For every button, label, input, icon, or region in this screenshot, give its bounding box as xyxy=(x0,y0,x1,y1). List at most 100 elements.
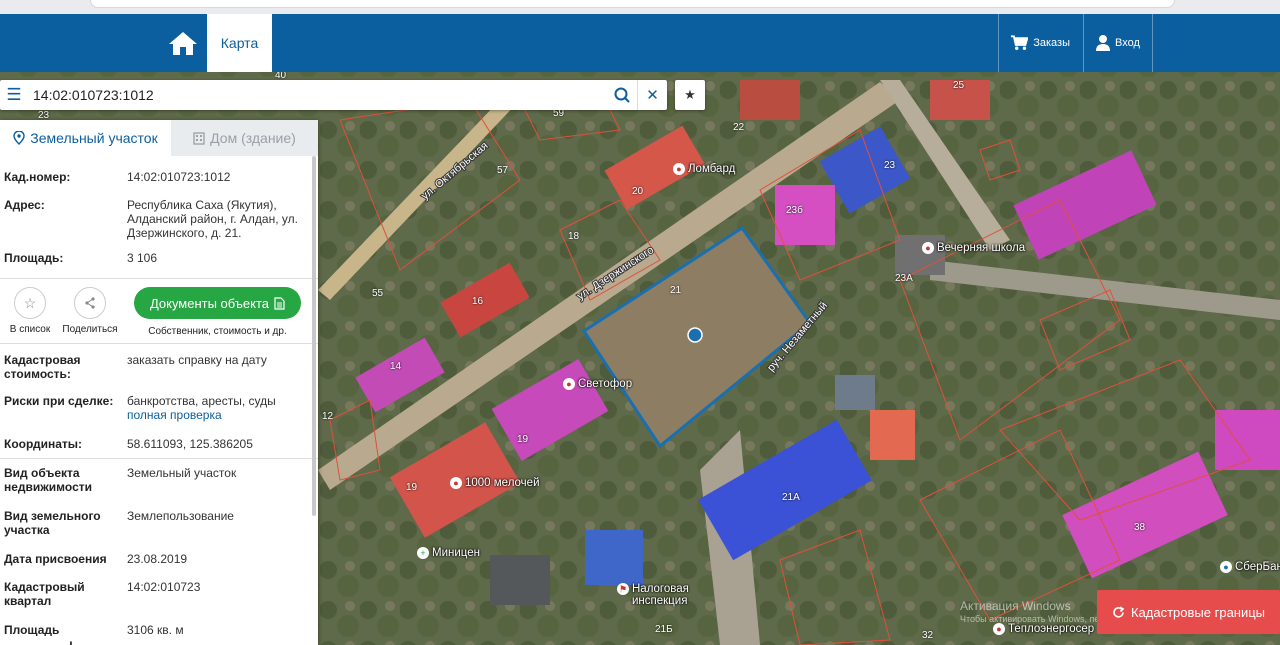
poi-minicen[interactable]: + Миницен xyxy=(417,547,480,559)
document-icon xyxy=(274,296,285,310)
tab-land-plot[interactable]: Земельный участок xyxy=(0,120,171,156)
search-button[interactable] xyxy=(607,80,637,110)
risks-text: банкротства, аресты, суды xyxy=(127,394,276,408)
map-number: 57 xyxy=(497,165,509,176)
add-to-list-button[interactable]: ☆ В список xyxy=(0,287,60,335)
poi-icon: ● xyxy=(673,163,685,175)
flag-icon: ⚑ xyxy=(617,583,629,595)
row-value: Землепользование xyxy=(127,509,234,523)
map-number: 19 xyxy=(517,434,529,445)
poi-tax-office[interactable]: ⚑ Налоговая инспекция xyxy=(617,583,702,607)
tab-map[interactable]: Карта xyxy=(207,14,272,72)
panel-content: Кад.номер: 14:02:010723:1012 Адрес: Респ… xyxy=(0,156,318,645)
poi-sberbank[interactable]: ● СберБан xyxy=(1220,561,1280,573)
row-risks: Риски при сделке: банкротства, аресты, с… xyxy=(0,387,318,429)
menu-button[interactable]: ☰ xyxy=(0,80,28,110)
map-number: 20 xyxy=(632,186,644,197)
cadastral-number-link[interactable]: 14:02:010723:1012 xyxy=(127,170,314,185)
map-number: 21А xyxy=(782,492,800,503)
map-number: 32 xyxy=(922,630,934,641)
building-icon xyxy=(193,131,205,145)
cart-icon: ● xyxy=(563,378,575,390)
row-label: Площадь: xyxy=(4,251,64,265)
home-icon xyxy=(169,32,197,55)
clear-button[interactable]: ✕ xyxy=(637,80,667,110)
pharmacy-icon: + xyxy=(417,547,429,559)
orders-button[interactable]: Заказы xyxy=(998,14,1082,72)
panel-scrollbar[interactable] xyxy=(312,156,316,516)
map-number: 21Б xyxy=(655,624,673,635)
poi-1000-melochey[interactable]: ● 1000 мелочей xyxy=(450,477,540,489)
row-label: Дата присвоения xyxy=(4,552,107,566)
star-outline-icon: ☆ xyxy=(14,287,46,319)
map-control[interactable] xyxy=(0,636,70,645)
map-number: 22 xyxy=(733,122,745,133)
search-input[interactable] xyxy=(28,81,607,109)
row-label: Вид земельного участка xyxy=(4,509,101,537)
map-number: 23 xyxy=(884,160,896,171)
map-number: 12 xyxy=(322,411,334,422)
poi-pawnshop[interactable]: ● Ломбард xyxy=(673,163,735,175)
close-icon: ✕ xyxy=(646,87,659,104)
share-label: Поделиться xyxy=(62,324,118,335)
hamburger-icon: ☰ xyxy=(6,85,22,104)
cadastral-borders-button[interactable]: Кадастровые границы xyxy=(1097,590,1280,634)
search-bar: ☰ ✕ xyxy=(0,80,667,110)
address-value: Республика Саха (Якутия), Алданский райо… xyxy=(127,198,298,240)
poi-svetofor[interactable]: ● Светофор xyxy=(563,378,632,390)
map-number: 55 xyxy=(372,288,384,299)
map-number: 18 xyxy=(568,231,580,242)
app-header: Карта Заказы Вход xyxy=(0,14,1280,72)
map-control[interactable] xyxy=(86,636,162,645)
row-label: Координаты: xyxy=(4,437,83,451)
documents-subtitle: Собственник, стоимость и др. xyxy=(148,326,287,337)
browser-toolbar xyxy=(0,0,1280,14)
map-number: 16 xyxy=(472,296,484,307)
login-button[interactable]: Вход xyxy=(1083,14,1153,72)
row-label: Кадастровый квартал xyxy=(4,580,85,608)
map-number: 23б xyxy=(786,205,803,216)
share-button[interactable]: Поделиться xyxy=(60,287,120,335)
area-value: 3 106 xyxy=(127,251,158,265)
address-bar[interactable] xyxy=(90,0,1175,8)
row-object-type: Вид объекта недвижимости Земельный участ… xyxy=(0,459,318,502)
risks-value: банкротства, аресты, суды полная проверк… xyxy=(127,394,314,429)
row-cadastral-quarter: Кадастровый квартал 14:02:010723 xyxy=(0,573,318,616)
cadastral-borders-label: Кадастровые границы xyxy=(1130,604,1266,620)
map-number: 25 xyxy=(953,80,965,91)
row-value: Земельный участок xyxy=(127,466,237,480)
row-value: 14:02:010723 xyxy=(127,580,201,594)
favorite-button[interactable]: ★ xyxy=(675,80,705,110)
map-number: 23А xyxy=(895,273,913,284)
add-to-list-label: В список xyxy=(9,324,51,335)
share-icon xyxy=(74,287,106,319)
user-icon xyxy=(1096,35,1110,51)
shop-icon: ● xyxy=(450,477,462,489)
documents-block: Документы объекта Собственник, стоимость… xyxy=(134,287,301,337)
coordinates-value: 58.611093, 125.386205 xyxy=(127,437,253,451)
panel-tabs: Земельный участок Дом (здание) xyxy=(0,120,318,156)
pin-icon xyxy=(13,131,25,145)
map-number: 21 xyxy=(670,285,682,296)
tab-building[interactable]: Дом (здание) xyxy=(171,120,318,156)
row-area: Площадь: 3 106 xyxy=(0,240,318,278)
row-address: Адрес: Республика Саха (Якутия), Алданск… xyxy=(0,185,318,240)
refresh-icon xyxy=(1113,605,1125,618)
map-number: 19 xyxy=(406,482,418,493)
actions-row: ☆ В список Поделиться Документы объекта … xyxy=(0,279,318,343)
home-button[interactable] xyxy=(160,14,206,72)
poi-evening-school[interactable]: ● Вечерняя школа xyxy=(922,242,1025,254)
row-label: Вид объекта недвижимости xyxy=(4,466,92,494)
full-check-link[interactable]: полная проверка xyxy=(127,408,222,422)
cart-icon xyxy=(1011,35,1029,50)
magnifier-icon xyxy=(614,87,630,103)
row-label: Кадастровая стоимость: xyxy=(4,353,81,381)
row-coordinates: Координаты: 58.611093, 125.386205 xyxy=(0,429,318,458)
star-icon: ★ xyxy=(684,87,696,102)
row-label: Риски при сделке: xyxy=(4,394,114,408)
order-report-link[interactable]: заказать справку на дату xyxy=(127,353,314,387)
documents-button[interactable]: Документы объекта xyxy=(134,287,301,319)
row-assign-date: Дата присвоения 23.08.2019 xyxy=(0,545,318,573)
info-panel: Земельный участок Дом (здание) Кад.номер… xyxy=(0,120,318,645)
orders-label: Заказы xyxy=(1033,37,1070,49)
